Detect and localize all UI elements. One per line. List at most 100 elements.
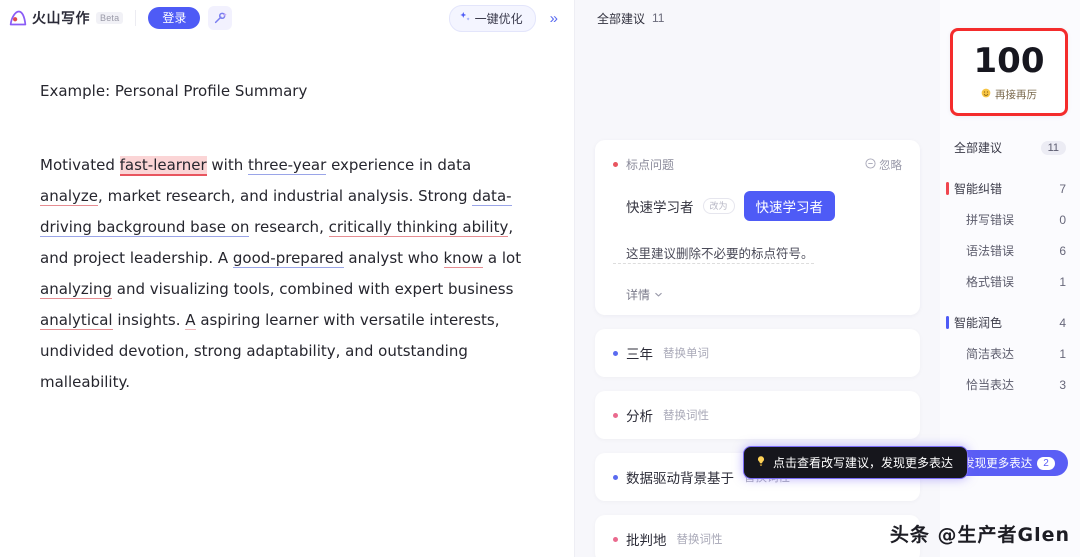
document-marked-text[interactable]: analyze	[40, 187, 99, 206]
category-count: 4	[1059, 315, 1066, 330]
document-plain-text: insights.	[112, 311, 186, 329]
document-marked-text[interactable]: analyzing	[40, 280, 113, 299]
optimize-label: 一键优化	[474, 11, 523, 26]
suggestion-item-word: 数据驱动背景基于	[626, 471, 734, 486]
minus-circle-icon	[865, 157, 876, 172]
original-text: 快速学习者	[626, 200, 694, 215]
suggestion-item-word: 三年	[626, 347, 653, 362]
ignore-button[interactable]: 忽略	[865, 157, 902, 173]
category-row-语法错误[interactable]: 语法错误 6	[940, 235, 1080, 266]
document-marked-text[interactable]: good-prepared	[232, 249, 344, 268]
suggestion-list-item[interactable]: 三年 替换单词	[595, 329, 920, 377]
document-marked-text[interactable]: three-year	[248, 156, 327, 175]
chevron-down-icon	[654, 288, 663, 302]
suggestion-item-word: 分析	[626, 409, 653, 424]
document-plain-text: a lot	[483, 249, 522, 267]
category-list: 全部建议 11 智能纠错 7 拼写错误 0 语法错误 6 格式错误 1 智能润色 4 简洁表达 1 恰当表达…	[940, 132, 1080, 400]
category-label: 恰当表达	[966, 378, 1015, 392]
apply-suggestion-button[interactable]: 快速学习者	[743, 191, 836, 221]
issue-dot-icon	[613, 412, 618, 418]
score-card: 100 再接再厉	[950, 28, 1068, 116]
category-row-格式错误[interactable]: 格式错误 1	[940, 266, 1080, 297]
document-body[interactable]: Motivated fast-learner with three-year e…	[40, 150, 534, 398]
suggestion-item-list: 三年替换单词分析替换词性数据驱动背景基于替换词性批判地替换词性	[595, 329, 920, 557]
change-to-chip: 改为	[702, 198, 735, 214]
editor-pane: 火山写作 Beta 登录 一键优化 » Example: Personal Pr…	[0, 0, 575, 557]
top-toolbar: 火山写作 Beta 登录 一键优化 »	[0, 0, 574, 36]
category-row-智能纠错[interactable]: 智能纠错 7	[940, 173, 1080, 204]
document-plain-text: experience in data	[326, 156, 472, 174]
suggestion-card[interactable]: 标点问题 忽略 快速学习者 改为 快速学习者 这里建议删除不必要的标点符号。 详…	[595, 140, 920, 315]
category-label: 智能纠错	[954, 182, 1003, 196]
more-button-badge: 2	[1037, 456, 1055, 470]
category-label: 智能润色	[954, 316, 1003, 330]
detail-expander[interactable]: 详情	[613, 286, 902, 303]
sparkle-icon	[459, 11, 471, 26]
suggestion-description: 这里建议删除不必要的标点符号。	[613, 243, 814, 264]
document-plain-text: Motivated	[40, 156, 120, 174]
document-marked-text[interactable]: A	[185, 311, 196, 330]
replacement-row: 快速学习者 改为 快速学习者	[613, 191, 902, 221]
lightbulb-icon	[755, 455, 767, 470]
category-accent-bar	[946, 316, 949, 329]
issue-dot-icon	[613, 536, 618, 542]
score-number-text: 100	[973, 40, 1045, 81]
category-count: 11	[1040, 140, 1066, 155]
score-caption-row: 再接再厉	[981, 87, 1037, 102]
document-plain-text: and visualizing tools, combined with exp…	[112, 280, 514, 298]
category-count: 7	[1059, 181, 1066, 196]
document-area[interactable]: Example: Personal Profile Summary Motiva…	[0, 36, 574, 398]
suggestion-item-word: 批判地	[626, 533, 667, 548]
document-marked-text[interactable]: know	[443, 249, 484, 268]
category-row-恰当表达[interactable]: 恰当表达 3	[940, 369, 1080, 400]
watermark: 头条 @生产者Glen	[889, 524, 1070, 546]
document-marked-text[interactable]: critically thinking ability	[328, 218, 509, 237]
category-row-拼写错误[interactable]: 拼写错误 0	[940, 204, 1080, 235]
magic-wand-icon[interactable]	[208, 6, 233, 30]
smile-emoji-icon	[981, 88, 991, 101]
beta-badge: Beta	[96, 12, 124, 24]
issue-dot-icon	[613, 162, 618, 167]
category-count: 3	[1059, 377, 1066, 392]
document-marked-text[interactable]: fast-learner	[119, 156, 207, 176]
category-row-简洁表达[interactable]: 简洁表达 1	[940, 338, 1080, 369]
suggestion-item-tag: 替换词性	[663, 410, 709, 422]
suggestion-card-header: 标点问题 忽略	[613, 156, 902, 173]
suggestion-list-item[interactable]: 分析 替换词性	[595, 391, 920, 439]
logo-label: 火山写作	[32, 10, 90, 26]
category-label: 语法错误	[966, 244, 1015, 258]
issue-dot-icon	[613, 350, 618, 356]
suggestion-list-item[interactable]: 批判地 替换词性	[595, 515, 920, 557]
volcano-logo-icon	[8, 9, 28, 27]
suggestions-header-count: 11	[652, 11, 665, 25]
document-marked-text[interactable]: analytical	[40, 311, 113, 330]
issue-dot-icon	[613, 474, 618, 480]
document-plain-text: analyst who	[343, 249, 444, 267]
category-count: 6	[1059, 243, 1066, 258]
ignore-label: 忽略	[879, 159, 902, 172]
suggestions-header: 全部建议 11	[575, 0, 940, 36]
category-count: 1	[1059, 274, 1066, 289]
document-plain-text: , market research, and industrial analys…	[98, 187, 473, 205]
issue-type-label: 标点问题	[626, 158, 675, 172]
document-plain-text: research,	[249, 218, 329, 236]
score-caption: 再接再厉	[995, 88, 1037, 101]
more-button-label: 发现更多表达	[963, 458, 1033, 470]
category-accent-bar	[946, 182, 949, 195]
category-row-智能润色[interactable]: 智能润色 4	[940, 307, 1080, 338]
tooltip-text: 点击查看改写建议，发现更多表达	[773, 456, 954, 470]
detail-label: 详情	[626, 288, 651, 302]
category-count: 0	[1059, 212, 1066, 227]
document-title: Example: Personal Profile Summary	[40, 82, 308, 100]
category-label: 全部建议	[954, 141, 1003, 155]
category-separator	[940, 297, 1080, 307]
category-separator	[940, 163, 1080, 173]
rewrite-tooltip: 点击查看改写建议，发现更多表达	[743, 446, 969, 479]
one-click-optimize-button[interactable]: 一键优化	[448, 4, 536, 32]
category-row-全部建议[interactable]: 全部建议 11	[940, 132, 1080, 163]
category-label: 格式错误	[966, 275, 1015, 289]
suggestion-item-tag: 替换词性	[676, 534, 723, 546]
app-logo[interactable]: 火山写作 Beta	[8, 8, 124, 28]
collapse-panel-icon[interactable]: »	[544, 11, 564, 26]
login-button[interactable]: 登录	[148, 7, 201, 29]
